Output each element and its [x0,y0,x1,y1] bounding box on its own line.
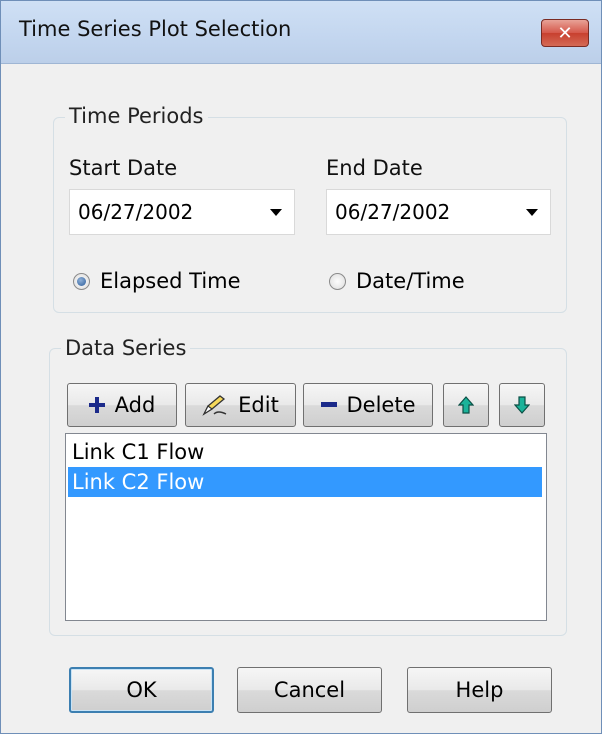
title-bar[interactable]: Time Series Plot Selection ✕ [1,1,601,64]
close-icon: ✕ [557,22,573,44]
time-periods-label: Time Periods [65,104,208,128]
list-item-label: Link C2 Flow [72,470,205,494]
data-series-label: Data Series [61,336,191,360]
data-series-list[interactable]: Link C1 Flow Link C2 Flow [65,433,547,621]
elapsed-time-radio[interactable]: Elapsed Time [73,269,241,293]
minus-icon [320,402,337,408]
add-label: Add [114,393,156,417]
radio-checked-icon[interactable] [73,272,90,290]
cancel-label: Cancel [273,678,346,702]
list-item-selected[interactable]: Link C2 Flow [68,467,542,497]
window-title: Time Series Plot Selection [19,17,292,41]
chevron-down-icon[interactable] [270,209,282,216]
dialog-window: Time Series Plot Selection ✕ Time Period… [0,0,602,734]
date-time-label: Date/Time [356,269,465,293]
add-button[interactable]: Add [67,383,177,427]
list-item[interactable]: Link C1 Flow [68,437,542,467]
edit-label: Edit [238,393,279,417]
help-button[interactable]: Help [407,667,552,713]
move-up-button[interactable] [443,383,489,427]
move-down-button[interactable] [499,383,545,427]
list-item-label: Link C1 Flow [72,440,205,464]
end-date-value: 06/27/2002 [335,200,451,224]
ok-button[interactable]: OK [69,667,214,713]
close-button[interactable]: ✕ [541,19,589,47]
radio-unchecked-icon[interactable] [329,272,346,290]
end-date-label: End Date [326,156,423,180]
pencil-edit-icon [202,394,228,416]
delete-button[interactable]: Delete [303,383,433,427]
elapsed-time-label: Elapsed Time [100,269,241,293]
ok-label: OK [126,678,157,702]
start-date-value: 06/27/2002 [78,200,194,224]
edit-button[interactable]: Edit [185,383,296,427]
arrow-up-icon [458,396,474,414]
plus-icon [88,397,105,413]
arrow-down-icon [514,396,530,414]
help-label: Help [455,678,504,702]
start-date-dropdown[interactable]: 06/27/2002 [69,189,295,235]
end-date-dropdown[interactable]: 06/27/2002 [326,189,551,235]
date-time-radio[interactable]: Date/Time [329,269,465,293]
chevron-down-icon[interactable] [526,209,538,216]
delete-label: Delete [346,393,416,417]
start-date-label: Start Date [69,156,178,180]
cancel-button[interactable]: Cancel [237,667,382,713]
